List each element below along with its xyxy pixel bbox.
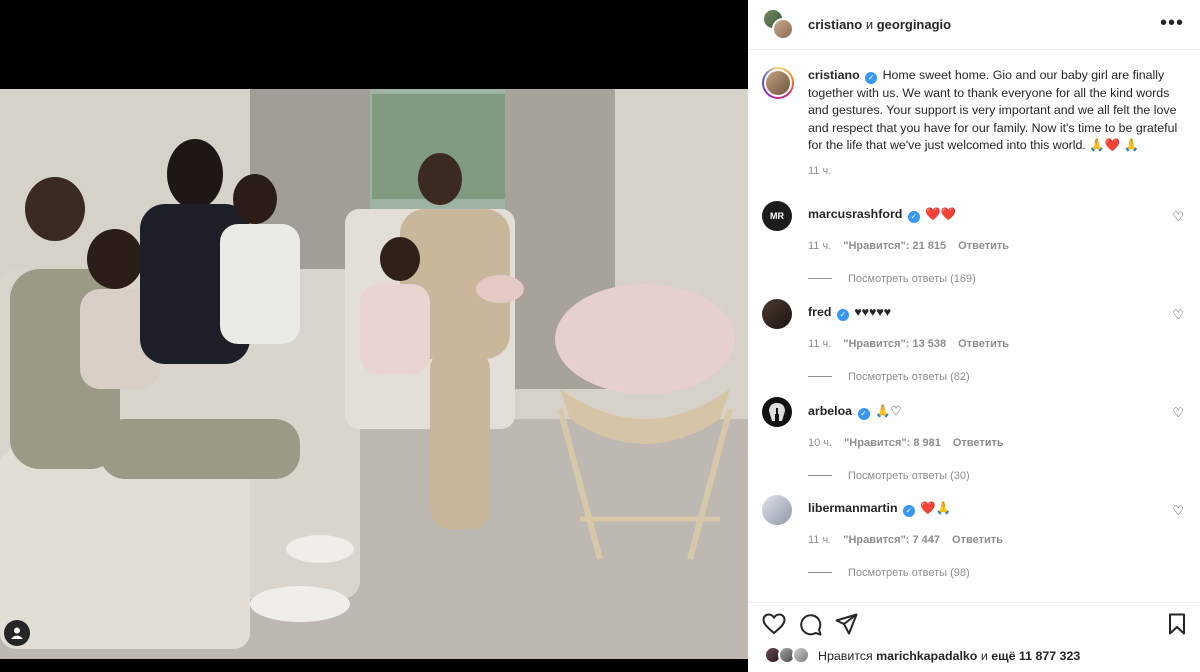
reply-button[interactable]: Ответить [958, 338, 1009, 350]
comment-username[interactable]: marcusrashford [808, 207, 902, 221]
avatar[interactable] [762, 67, 794, 99]
comment-text: 🙏♡ [874, 403, 902, 418]
avatar [792, 646, 810, 664]
post-header: cristiano и georginagio ••• [748, 0, 1200, 50]
post-actions-bar [748, 602, 1200, 642]
comment-username[interactable]: arbeloa [808, 404, 852, 418]
liker-username[interactable]: marichkapadalko [876, 649, 977, 663]
comment-time[interactable]: 11 ч. [808, 240, 831, 252]
likes-prefix: Нравится [818, 649, 873, 663]
author-link[interactable]: cristiano [808, 17, 862, 32]
comment-item: MR marcusrashford ✓ ❤️❤️ ♡ 11 ч. "Нравит… [748, 200, 1200, 299]
likes-summary[interactable]: Нравится marichkapadalko и ещё 11 877 32… [764, 646, 1192, 666]
view-replies-button[interactable]: Посмотреть ответы (98) [808, 567, 1200, 579]
heart-icon[interactable]: ♡ [1172, 307, 1184, 323]
post-media-panel [0, 0, 748, 672]
avatar [772, 17, 794, 40]
post-side-panel: cristiano и georginagio ••• cristiano ✓ … [748, 0, 1200, 672]
comment-likes[interactable]: "Нравится": 8 981 [844, 437, 941, 449]
avatar[interactable] [762, 396, 792, 427]
avatar[interactable] [762, 298, 792, 329]
caption-time[interactable]: 11 ч. [808, 165, 1184, 177]
verified-badge-icon: ✓ [907, 210, 920, 223]
heart-icon[interactable]: ♡ [1172, 503, 1184, 519]
bookmark-icon[interactable] [1168, 613, 1186, 640]
comments-scroll-area[interactable]: cristiano ✓ Home sweet home. Gio and our… [748, 51, 1200, 593]
comment-text: ❤️❤️ [925, 206, 957, 221]
author-link[interactable]: georginagio [877, 17, 951, 32]
avatar[interactable]: MR [762, 200, 792, 231]
heart-icon[interactable]: ♡ [1172, 209, 1184, 225]
comment-time[interactable]: 11 ч. [808, 338, 831, 350]
family-photo-illustration [0, 89, 748, 659]
comment-icon[interactable] [799, 613, 822, 641]
liker-avatars [764, 646, 814, 666]
comment-username[interactable]: libermanmartin [808, 501, 898, 515]
heart-icon[interactable] [762, 613, 786, 640]
send-icon[interactable] [835, 613, 858, 640]
reply-button[interactable]: Ответить [952, 534, 1003, 546]
collab-avatars[interactable] [762, 7, 796, 42]
comment-text: ❤️🙏 [920, 500, 952, 515]
comment-likes[interactable]: "Нравится": 7 447 [843, 534, 940, 546]
comment-time[interactable]: 11 ч. [808, 534, 831, 546]
caption-text: Home sweet home. Gio and our baby girl a… [808, 68, 1178, 152]
view-replies-button[interactable]: Посмотреть ответы (82) [808, 371, 1200, 383]
post-caption: cristiano ✓ Home sweet home. Gio and our… [748, 51, 1200, 177]
verified-badge-icon: ✓ [836, 308, 849, 321]
verified-badge-icon: ✓ [857, 407, 870, 420]
comment-time[interactable]: 10 ч. [808, 437, 832, 449]
comment-likes[interactable]: "Нравится": 13 538 [843, 338, 946, 350]
avatar[interactable] [762, 494, 792, 525]
likes-count[interactable]: ещё 11 877 323 [991, 649, 1080, 663]
likes-conjunction: и [980, 649, 988, 663]
post-photo[interactable] [0, 89, 748, 659]
authors-conjunction: и [865, 17, 874, 32]
verified-badge-icon: ✓ [865, 72, 878, 84]
comment-item: arbeloa ✓ 🙏♡ ♡ 10 ч. "Нравится": 8 981 О… [748, 396, 1200, 495]
reply-button[interactable]: Ответить [958, 240, 1009, 252]
comment-item: fred ✓ ♥♥♥♥♥ ♡ 11 ч. "Нравится": 13 538 … [748, 298, 1200, 397]
view-replies-button[interactable]: Посмотреть ответы (30) [808, 470, 1200, 482]
reply-button[interactable]: Ответить [953, 437, 1004, 449]
more-horizontal-icon[interactable]: ••• [1160, 13, 1184, 33]
post-authors: cristiano и georginagio [808, 17, 951, 32]
comment-text: ♥♥♥♥♥ [854, 304, 892, 319]
verified-badge-icon: ✓ [902, 504, 915, 517]
comment-likes[interactable]: "Нравится": 21 815 [843, 240, 946, 252]
heart-icon[interactable]: ♡ [1172, 405, 1184, 421]
comment-username[interactable]: fred [808, 305, 831, 319]
comment-item: libermanmartin ✓ ❤️🙏 ♡ 11 ч. "Нравится":… [748, 494, 1200, 593]
view-replies-button[interactable]: Посмотреть ответы (169) [808, 273, 1200, 285]
caption-username[interactable]: cristiano [808, 68, 860, 82]
user-tag-icon[interactable] [4, 620, 30, 646]
